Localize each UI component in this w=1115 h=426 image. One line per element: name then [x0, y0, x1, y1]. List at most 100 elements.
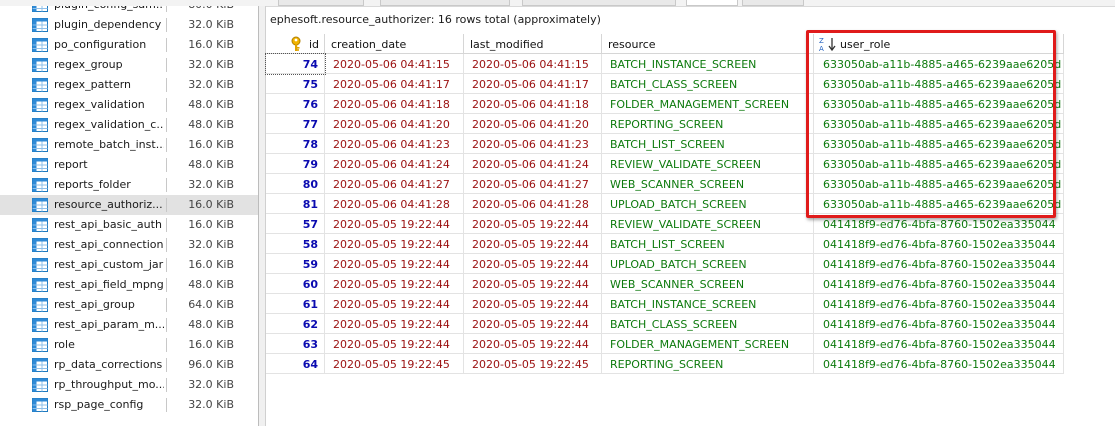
cell-last-modified[interactable]: 2020-05-05 19:22:45 [464, 354, 602, 374]
cell-creation-date[interactable]: 2020-05-05 19:22:44 [325, 334, 464, 354]
panel-splitter[interactable] [259, 6, 266, 426]
cell-resource[interactable]: REVIEW_VALIDATE_SCREEN [602, 214, 814, 234]
cell-last-modified[interactable]: 2020-05-05 19:22:44 [464, 334, 602, 354]
cell-resource[interactable]: UPLOAD_BATCH_SCREEN [602, 254, 814, 274]
cell-last-modified[interactable]: 2020-05-06 04:41:18 [464, 94, 602, 114]
tree-item[interactable]: regex_validation_c... 48.0 KiB [0, 115, 258, 135]
cell-resource[interactable]: BATCH_LIST_SCREEN [602, 234, 814, 254]
cell-id[interactable]: 78 [266, 134, 325, 154]
cell-user-role[interactable]: 041418f9-ed76-4bfa-8760-1502ea335044 [814, 254, 1064, 274]
cell-resource[interactable]: REPORTING_SCREEN [602, 354, 814, 374]
cell-last-modified[interactable]: 2020-05-05 19:22:44 [464, 314, 602, 334]
cell-user-role[interactable]: 041418f9-ed76-4bfa-8760-1502ea335044 [814, 314, 1064, 334]
tree-item[interactable]: rsp_page_config 32.0 KiB [0, 395, 258, 415]
tree-item[interactable]: rest_api_custom_jar 16.0 KiB [0, 255, 258, 275]
cell-creation-date[interactable]: 2020-05-05 19:22:44 [325, 274, 464, 294]
cell-creation-date[interactable]: 2020-05-06 04:41:28 [325, 194, 464, 214]
cell-last-modified[interactable]: 2020-05-06 04:41:24 [464, 154, 602, 174]
tree-item[interactable]: regex_pattern 32.0 KiB [0, 75, 258, 95]
cell-creation-date[interactable]: 2020-05-06 04:41:15 [325, 54, 464, 74]
cell-resource[interactable]: UPLOAD_BATCH_SCREEN [602, 194, 814, 214]
cell-creation-date[interactable]: 2020-05-06 04:41:24 [325, 154, 464, 174]
cell-creation-date[interactable]: 2020-05-05 19:22:44 [325, 254, 464, 274]
cell-user-role[interactable]: 633050ab-a11b-4885-a465-6239aae6205d [814, 94, 1064, 114]
cell-resource[interactable]: BATCH_INSTANCE_SCREEN [602, 294, 814, 314]
cell-creation-date[interactable]: 2020-05-06 04:41:20 [325, 114, 464, 134]
cell-resource[interactable]: FOLDER_MANAGEMENT_SCREEN [602, 334, 814, 354]
tree-item[interactable]: rest_api_group 64.0 KiB [0, 295, 258, 315]
cell-creation-date[interactable]: 2020-05-05 19:22:44 [325, 214, 464, 234]
cell-last-modified[interactable]: 2020-05-06 04:41:23 [464, 134, 602, 154]
tree-item[interactable]: rp_data_corrections 96.0 KiB [0, 355, 258, 375]
cell-user-role[interactable]: 633050ab-a11b-4885-a465-6239aae6205d [814, 134, 1064, 154]
tree-item[interactable]: plugin_dependency 32.0 KiB [0, 15, 258, 35]
cell-resource[interactable]: FOLDER_MANAGEMENT_SCREEN [602, 94, 814, 114]
cell-user-role[interactable]: 633050ab-a11b-4885-a465-6239aae6205d [814, 114, 1064, 134]
tab[interactable] [278, 0, 364, 6]
cell-user-role[interactable]: 041418f9-ed76-4bfa-8760-1502ea335044 [814, 214, 1064, 234]
tree-item[interactable]: rest_api_param_m... 48.0 KiB [0, 315, 258, 335]
cell-user-role[interactable]: 633050ab-a11b-4885-a465-6239aae6205d [814, 194, 1064, 214]
cell-resource[interactable]: BATCH_INSTANCE_SCREEN [602, 54, 814, 74]
tree-item[interactable]: po_configuration 16.0 KiB [0, 35, 258, 55]
tree-item[interactable]: resource_authoriz... 16.0 KiB [0, 195, 258, 215]
cell-resource[interactable]: BATCH_LIST_SCREEN [602, 134, 814, 154]
cell-id[interactable]: 79 [266, 154, 325, 174]
tree-item[interactable]: rest_api_basic_auth 16.0 KiB [0, 215, 258, 235]
cell-resource[interactable]: WEB_SCANNER_SCREEN [602, 174, 814, 194]
cell-last-modified[interactable]: 2020-05-05 19:22:44 [464, 274, 602, 294]
cell-user-role[interactable]: 041418f9-ed76-4bfa-8760-1502ea335044 [814, 354, 1064, 374]
cell-user-role[interactable]: 041418f9-ed76-4bfa-8760-1502ea335044 [814, 334, 1064, 354]
cell-id[interactable]: 61 [266, 294, 325, 314]
cell-id[interactable]: 77 [266, 114, 325, 134]
cell-last-modified[interactable]: 2020-05-06 04:41:17 [464, 74, 602, 94]
cell-creation-date[interactable]: 2020-05-05 19:22:45 [325, 354, 464, 374]
cell-user-role[interactable]: 041418f9-ed76-4bfa-8760-1502ea335044 [814, 274, 1064, 294]
tab[interactable] [742, 0, 804, 6]
cell-user-role[interactable]: 041418f9-ed76-4bfa-8760-1502ea335044 [814, 294, 1064, 314]
cell-resource[interactable]: BATCH_CLASS_SCREEN [602, 74, 814, 94]
tree-item[interactable]: reports_folder 32.0 KiB [0, 175, 258, 195]
cell-creation-date[interactable]: 2020-05-05 19:22:44 [325, 234, 464, 254]
cell-id[interactable]: 57 [266, 214, 325, 234]
cell-resource[interactable]: REVIEW_VALIDATE_SCREEN [602, 154, 814, 174]
tree-item[interactable]: role 16.0 KiB [0, 335, 258, 355]
cell-id[interactable]: 75 [266, 74, 325, 94]
cell-last-modified[interactable]: 2020-05-05 19:22:44 [464, 234, 602, 254]
tab[interactable] [380, 0, 510, 6]
cell-id[interactable]: 81 [266, 194, 325, 214]
cell-last-modified[interactable]: 2020-05-05 19:22:44 [464, 214, 602, 234]
cell-creation-date[interactable]: 2020-05-06 04:41:18 [325, 94, 464, 114]
cell-last-modified[interactable]: 2020-05-06 04:41:15 [464, 54, 602, 74]
column-header-id[interactable]: id [266, 34, 325, 54]
cell-resource[interactable]: REPORTING_SCREEN [602, 114, 814, 134]
tree-item[interactable]: regex_validation 48.0 KiB [0, 95, 258, 115]
cell-id[interactable]: 62 [266, 314, 325, 334]
column-header-user-role[interactable]: Z Auser_role [814, 34, 1064, 54]
column-header-last-modified[interactable]: last_modified [464, 34, 602, 54]
tree-item[interactable]: rp_throughput_mo... 32.0 KiB [0, 375, 258, 395]
cell-last-modified[interactable]: 2020-05-05 19:22:44 [464, 294, 602, 314]
cell-id[interactable]: 64 [266, 354, 325, 374]
cell-resource[interactable]: WEB_SCANNER_SCREEN [602, 274, 814, 294]
tree-item[interactable]: remote_batch_inst... 16.0 KiB [0, 135, 258, 155]
cell-id[interactable]: 63 [266, 334, 325, 354]
tree-item[interactable]: rest_api_field_mpng 48.0 KiB [0, 275, 258, 295]
column-header-resource[interactable]: resource [602, 34, 814, 54]
tab[interactable] [522, 0, 676, 6]
cell-id[interactable]: 59 [266, 254, 325, 274]
cell-user-role[interactable]: 633050ab-a11b-4885-a465-6239aae6205d [814, 54, 1064, 74]
cell-last-modified[interactable]: 2020-05-06 04:41:27 [464, 174, 602, 194]
cell-creation-date[interactable]: 2020-05-06 04:41:23 [325, 134, 464, 154]
cell-last-modified[interactable]: 2020-05-06 04:41:20 [464, 114, 602, 134]
cell-last-modified[interactable]: 2020-05-05 19:22:44 [464, 254, 602, 274]
cell-id[interactable]: 76 [266, 94, 325, 114]
tree-item[interactable]: report 48.0 KiB [0, 155, 258, 175]
cell-user-role[interactable]: 633050ab-a11b-4885-a465-6239aae6205d [814, 174, 1064, 194]
column-header-creation-date[interactable]: creation_date [325, 34, 464, 54]
cell-id[interactable]: 74 [265, 53, 326, 75]
cell-last-modified[interactable]: 2020-05-06 04:41:28 [464, 194, 602, 214]
tab-active[interactable] [686, 0, 738, 6]
cell-id[interactable]: 58 [266, 234, 325, 254]
cell-user-role[interactable]: 633050ab-a11b-4885-a465-6239aae6205d [814, 74, 1064, 94]
